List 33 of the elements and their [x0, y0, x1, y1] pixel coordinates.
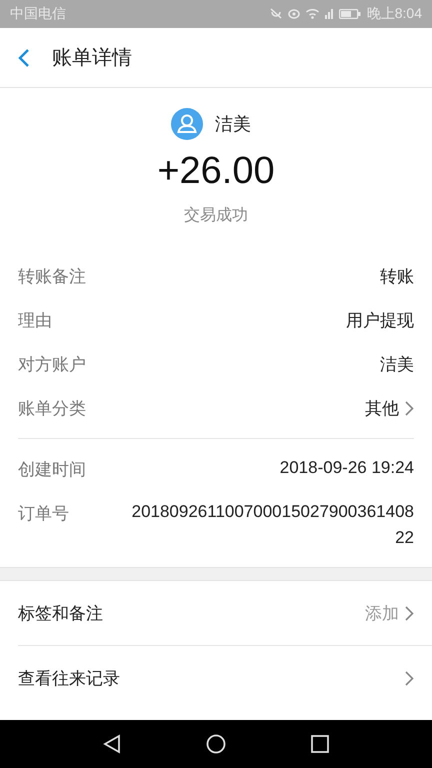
mute-icon: [270, 8, 282, 20]
detail-value: 洁美: [380, 354, 414, 376]
eye-icon: [288, 9, 300, 19]
transaction-status: 交易成功: [184, 206, 248, 226]
signal-icon: [324, 9, 333, 19]
detail-label: 账单分类: [18, 398, 86, 420]
page-title: 账单详情: [52, 46, 132, 71]
wifi-icon: [306, 9, 319, 19]
detail-value: 2018-09-26 19:24: [278, 457, 414, 479]
amount: +26.00: [157, 150, 275, 193]
detail-value: 用户提现: [346, 310, 414, 332]
action-row[interactable]: 查看往来记录: [18, 646, 432, 710]
detail-label: 对方账户: [18, 354, 86, 376]
detail-value: 转账: [380, 266, 414, 288]
carrier-name: 中国电信: [10, 5, 66, 23]
home-nav-icon[interactable]: [206, 734, 226, 754]
back-nav-icon[interactable]: [102, 734, 121, 754]
clock-time: 晚上8:04: [366, 5, 422, 23]
action-label: 查看往来记录: [18, 668, 120, 690]
action-label: 标签和备注: [18, 602, 103, 624]
action-value: 添加: [365, 602, 399, 624]
recents-nav-icon[interactable]: [311, 735, 330, 753]
action-row[interactable]: 标签和备注 添加: [18, 581, 432, 646]
detail-value: 其他: [365, 398, 399, 420]
detail-label: 转账备注: [18, 266, 86, 288]
battery-icon: [338, 9, 361, 19]
detail-label: 理由: [18, 310, 52, 332]
back-button[interactable]: [18, 48, 30, 68]
detail-label: 创建时间: [18, 459, 86, 481]
detail-label: 订单号: [18, 503, 69, 525]
avatar-icon: [171, 108, 203, 140]
contact-name: 洁美: [215, 113, 251, 136]
detail-value: 201809261100700015027900361408 22: [130, 501, 414, 549]
